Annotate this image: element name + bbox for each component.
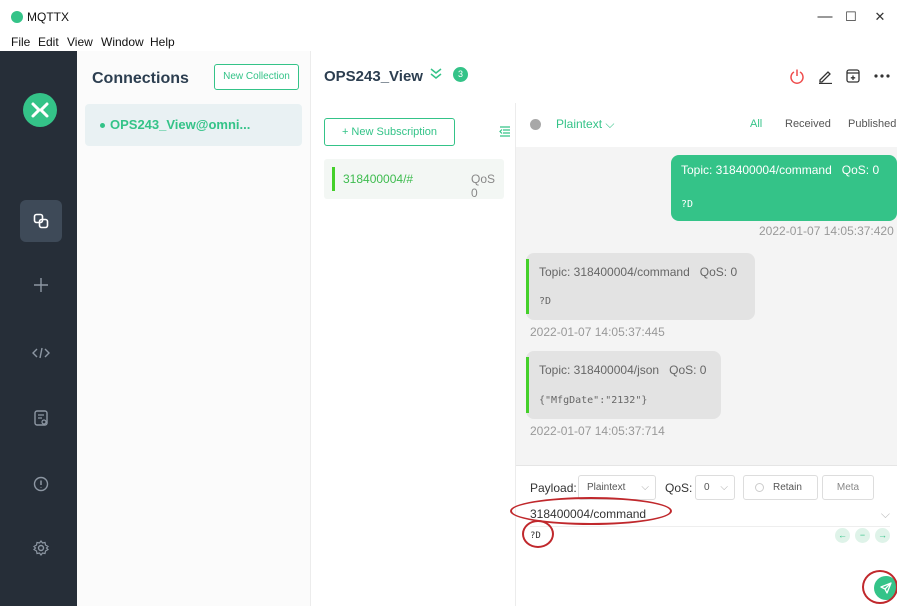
connection-title: OPS243_View bbox=[324, 68, 423, 85]
history-forward-icon[interactable]: → bbox=[875, 528, 890, 543]
message-meta: Topic: 318400004/json QoS: 0 bbox=[539, 363, 706, 377]
chevron-down-icon: ⌵ bbox=[720, 482, 728, 493]
chevron-down-icon: ⌵ bbox=[880, 507, 890, 521]
chevron-double-down-icon[interactable] bbox=[429, 67, 443, 81]
retain-toggle[interactable]: Retain bbox=[743, 475, 818, 500]
message-topic: Topic: 318400004/command bbox=[539, 265, 690, 279]
settings-icon bbox=[33, 540, 49, 556]
subscription-count-badge: 3 bbox=[453, 67, 468, 82]
subscription-item[interactable]: 318400004/# QoS 0 bbox=[324, 159, 504, 200]
message-meta: Topic: 318400004/command QoS: 0 bbox=[681, 163, 879, 177]
subscription-color-bar bbox=[332, 167, 335, 191]
retain-label: Retain bbox=[773, 482, 802, 493]
messages-panel: Plaintext ⌵ All Received Published Topic… bbox=[516, 103, 897, 606]
connection-name: OPS243_View@omni... bbox=[110, 117, 251, 132]
menu-edit[interactable]: Edit bbox=[38, 35, 59, 49]
meta-button[interactable]: Meta bbox=[822, 475, 874, 500]
close-button[interactable]: ✕ bbox=[865, 4, 895, 30]
window-title: MQTTX bbox=[27, 10, 69, 24]
sidebar-item-new-connection[interactable] bbox=[20, 264, 62, 306]
publish-compose-area: Payload: Plaintext ⌵ QoS: 0 ⌵ Retain Met… bbox=[516, 465, 897, 606]
message-format-label: Plaintext bbox=[556, 117, 603, 131]
edit-icon[interactable] bbox=[817, 68, 834, 84]
mqttx-logo-icon bbox=[23, 93, 57, 127]
message-qos: QoS: 0 bbox=[699, 265, 738, 279]
collapse-panel-icon[interactable] bbox=[499, 126, 511, 138]
message-payload: ?D bbox=[539, 296, 552, 307]
message-qos: QoS: 0 bbox=[669, 363, 707, 377]
disconnect-icon[interactable] bbox=[789, 68, 805, 84]
filter-settings-icon[interactable] bbox=[530, 119, 541, 130]
menu-window[interactable]: Window bbox=[101, 35, 144, 49]
connection-status-dot bbox=[100, 123, 105, 128]
title-bar: MQTTX — ☐ ✕ bbox=[0, 0, 897, 34]
message-meta: Topic: 318400004/command QoS: 0 bbox=[539, 265, 737, 279]
message-color-bar bbox=[526, 259, 529, 314]
history-back-icon[interactable]: ← bbox=[835, 528, 850, 543]
subscriptions-panel: + New Subscription 318400004/# QoS 0 bbox=[311, 103, 516, 606]
new-collection-button[interactable]: New Collection bbox=[214, 64, 299, 90]
message-timestamp: 2022-01-07 14:05:37:420 bbox=[759, 224, 894, 238]
message-toolbar: Plaintext ⌵ All Received Published bbox=[516, 103, 897, 147]
message-timestamp: 2022-01-07 14:05:37:714 bbox=[530, 424, 665, 438]
connections-icon bbox=[33, 213, 49, 229]
payload-format-select[interactable]: Plaintext ⌵ bbox=[578, 475, 656, 500]
message-bubble-published: Topic: 318400004/command QoS: 0 ?D bbox=[671, 155, 897, 221]
message-qos: QoS: 0 bbox=[841, 163, 880, 177]
chevron-down-icon: ⌵ bbox=[605, 117, 615, 131]
chevron-down-icon: ⌵ bbox=[641, 482, 649, 493]
message-timestamp: 2022-01-07 14:05:37:445 bbox=[530, 325, 665, 339]
new-window-icon[interactable] bbox=[845, 68, 861, 84]
message-topic: Topic: 318400004/json bbox=[539, 363, 660, 377]
subscription-qos: QoS 0 bbox=[471, 172, 496, 200]
history-clear-icon[interactable]: − bbox=[855, 528, 870, 543]
connections-title: Connections bbox=[92, 70, 189, 87]
menu-bar: File Edit View Window Help bbox=[0, 34, 897, 52]
connections-panel: Connections New Collection OPS243_View@o… bbox=[77, 51, 311, 606]
app-logo-icon bbox=[11, 11, 23, 23]
send-icon bbox=[880, 582, 892, 594]
tab-published[interactable]: Published bbox=[848, 118, 896, 130]
menu-file[interactable]: File bbox=[11, 35, 30, 49]
qos-value: 0 bbox=[704, 482, 710, 493]
connection-item[interactable]: OPS243_View@omni... bbox=[85, 104, 302, 146]
more-icon[interactable] bbox=[874, 74, 890, 78]
sidebar-item-settings[interactable] bbox=[20, 527, 62, 569]
sidebar-item-log[interactable] bbox=[20, 397, 62, 439]
log-icon bbox=[34, 410, 48, 426]
info-icon bbox=[33, 476, 49, 492]
message-color-bar bbox=[526, 357, 529, 413]
payload-format-value: Plaintext bbox=[587, 482, 626, 493]
sidebar-item-connections[interactable] bbox=[20, 200, 62, 242]
topic-input[interactable]: 318400004/command ⌵ bbox=[530, 507, 890, 527]
sidebar-item-about[interactable] bbox=[20, 463, 62, 505]
topic-value: 318400004/command bbox=[530, 507, 647, 521]
qos-label: QoS: bbox=[665, 481, 693, 495]
message-payload: ?D bbox=[681, 199, 694, 210]
menu-help[interactable]: Help bbox=[150, 35, 175, 49]
payload-input[interactable]: ?D bbox=[530, 531, 541, 541]
new-subscription-button[interactable]: + New Subscription bbox=[324, 118, 455, 146]
maximize-button[interactable]: ☐ bbox=[836, 4, 866, 30]
tab-received[interactable]: Received bbox=[785, 118, 831, 130]
sidebar-item-script[interactable] bbox=[20, 332, 62, 374]
send-button[interactable] bbox=[874, 576, 897, 600]
subscription-topic: 318400004/# bbox=[343, 172, 414, 186]
connection-header: OPS243_View 3 bbox=[311, 51, 897, 103]
script-icon bbox=[32, 347, 50, 359]
plus-icon bbox=[34, 278, 48, 292]
message-bubble-received: Topic: 318400004/json QoS: 0 {"MfgDate":… bbox=[526, 351, 721, 419]
menu-view[interactable]: View bbox=[67, 35, 93, 49]
message-payload: {"MfgDate":"2132"} bbox=[539, 395, 648, 406]
message-format-select[interactable]: Plaintext ⌵ bbox=[556, 117, 614, 132]
payload-label: Payload: bbox=[530, 481, 577, 495]
retain-radio[interactable] bbox=[755, 483, 764, 492]
qos-select[interactable]: 0 ⌵ bbox=[695, 475, 735, 500]
sidebar bbox=[0, 51, 77, 606]
tab-all[interactable]: All bbox=[750, 118, 762, 130]
message-bubble-received: Topic: 318400004/command QoS: 0 ?D bbox=[526, 253, 755, 320]
message-topic: Topic: 318400004/command bbox=[681, 163, 832, 177]
